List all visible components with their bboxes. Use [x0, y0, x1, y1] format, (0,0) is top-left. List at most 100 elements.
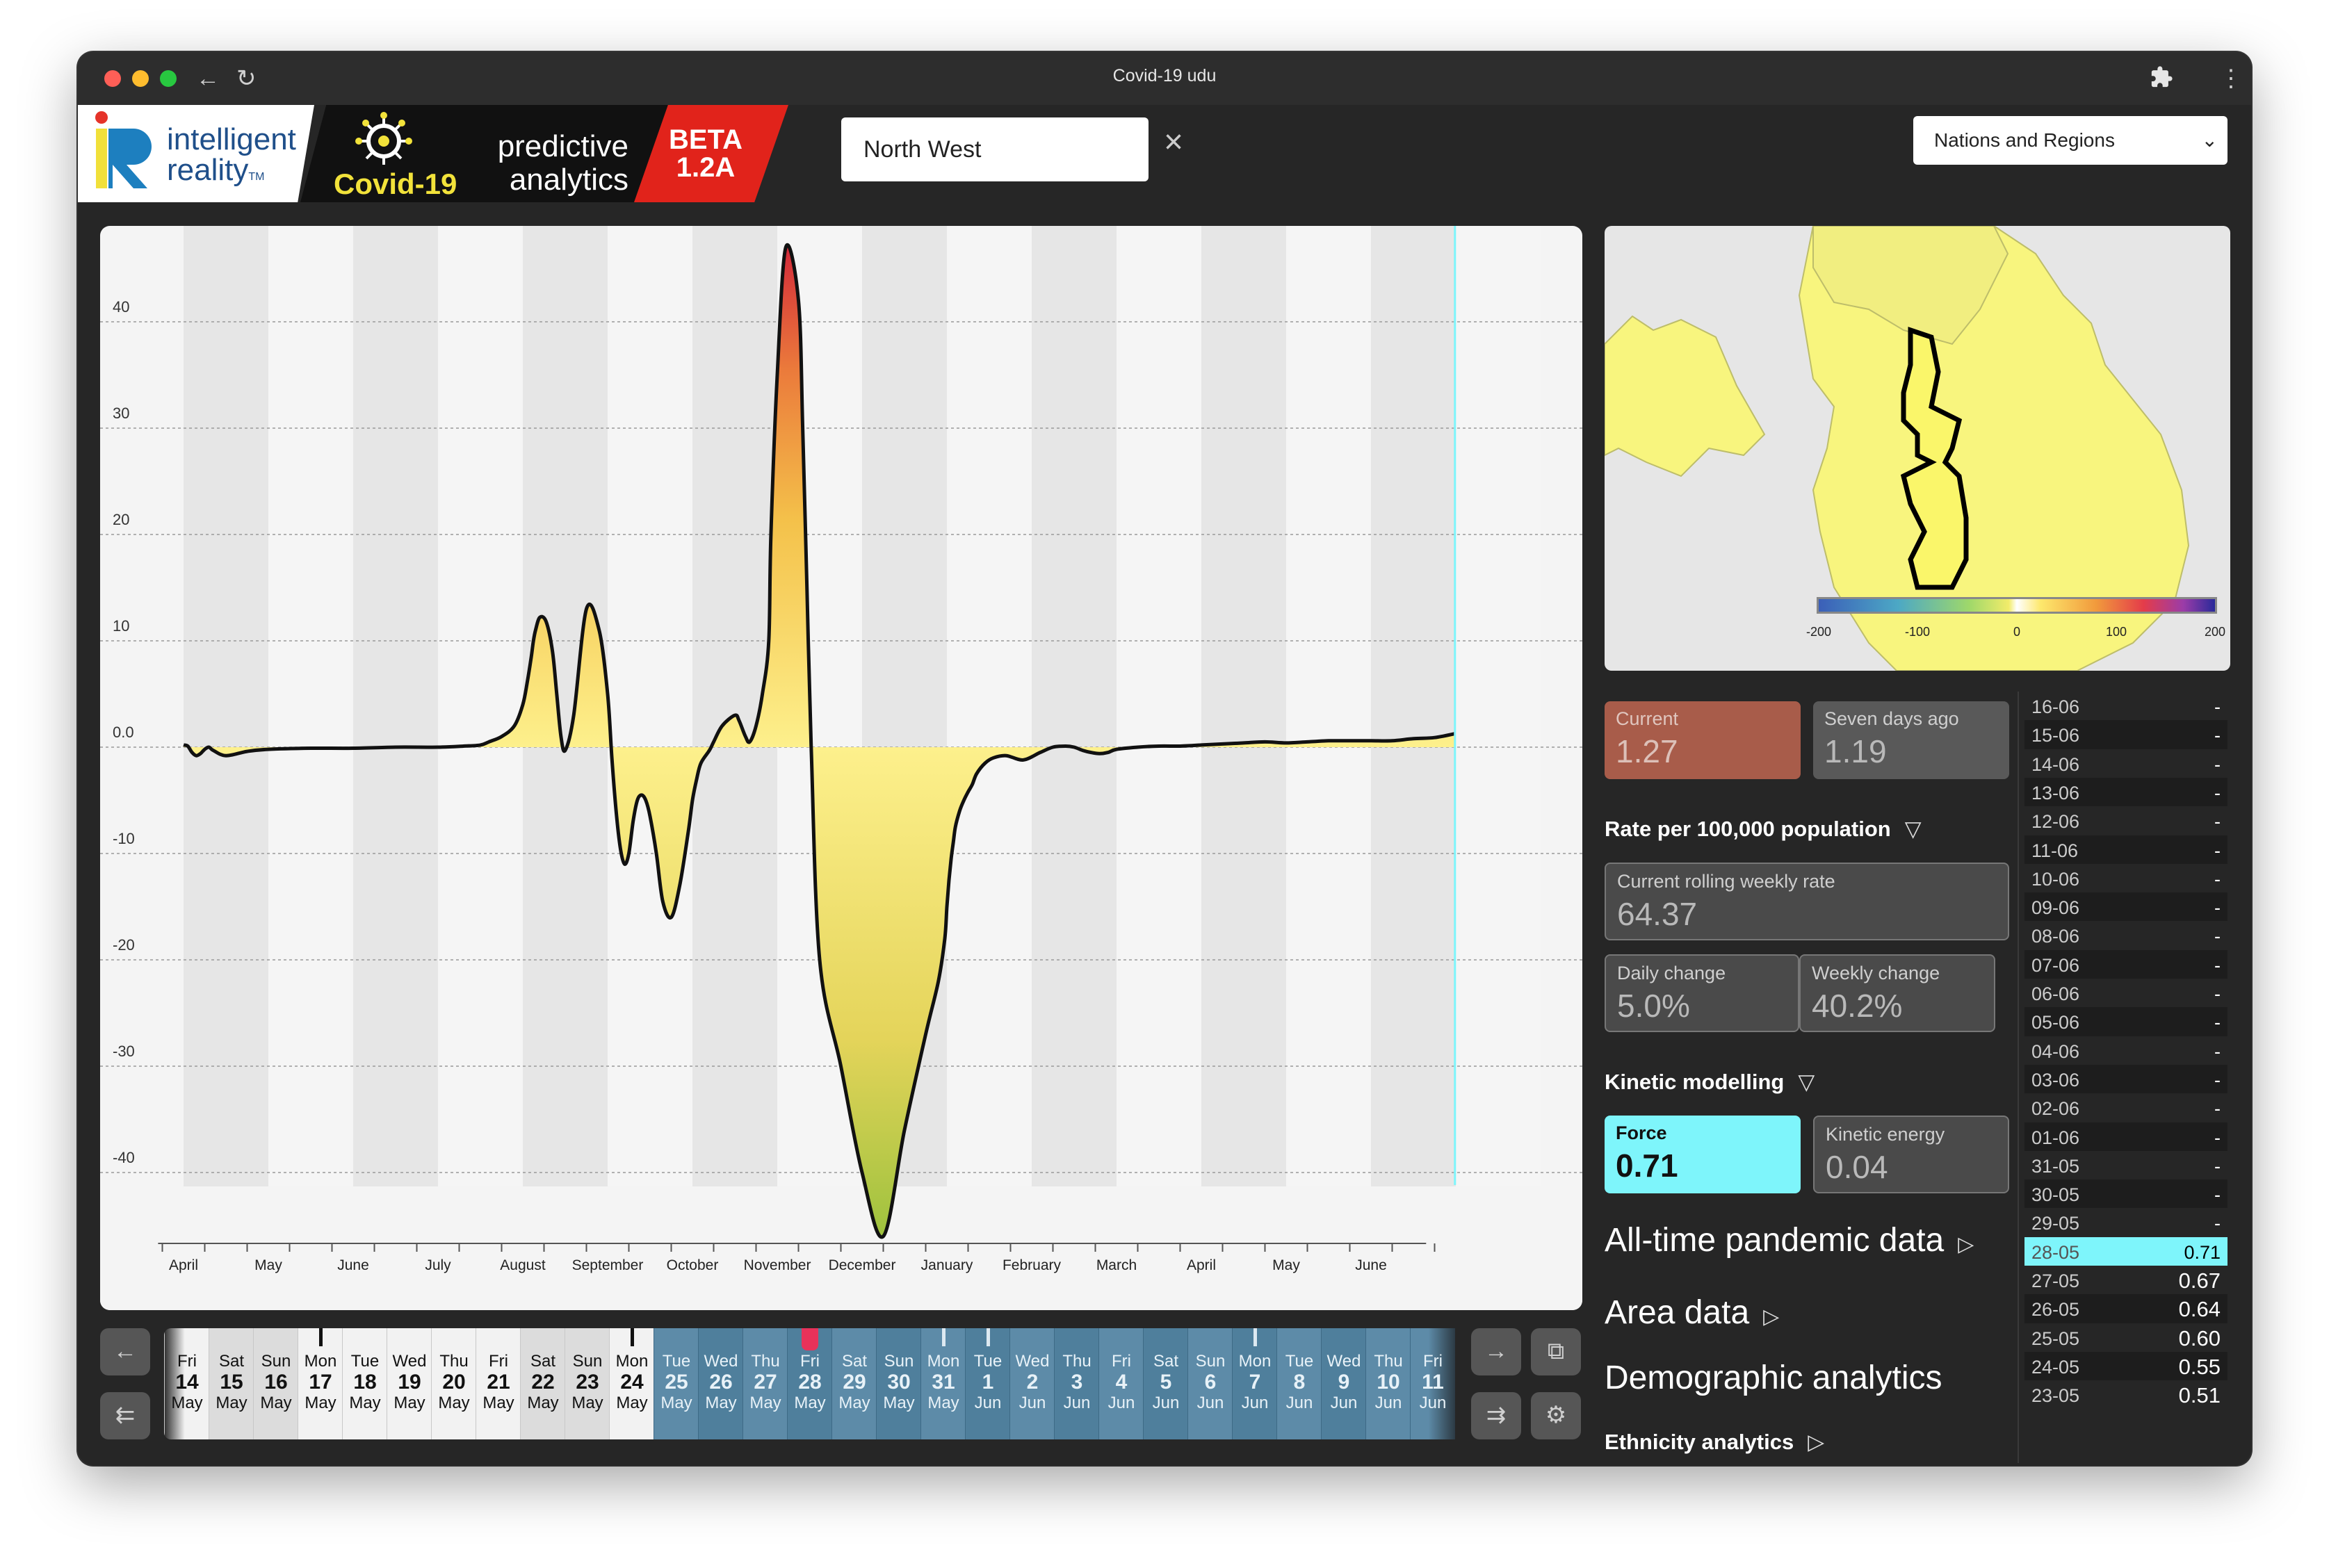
timeline-day[interactable]: Tue 18 May	[342, 1328, 387, 1439]
timeline-day[interactable]: Fri 11 Jun	[1410, 1328, 1455, 1439]
ethnicity-analytics-link[interactable]: Ethnicity analytics ▷	[1605, 1430, 1824, 1455]
date-value-row[interactable]: 07-06 -	[2024, 949, 2227, 980]
timeline-day[interactable]: Mon 24 May	[609, 1328, 654, 1439]
region-map[interactable]: -200 -100 0 100 200	[1605, 226, 2230, 671]
timeline-day[interactable]: Wed 19 May	[387, 1328, 432, 1439]
date-value-row[interactable]: 12-06 -	[2024, 806, 2227, 837]
trend-chart[interactable]: 40 30 20 10 0.0 -10 -20 -30 -40 April May June July…	[100, 226, 1582, 1310]
date-value-row[interactable]: 06-06 -	[2024, 979, 2227, 1008]
export-icon[interactable]: ⧉	[1531, 1328, 1581, 1375]
timeline-day[interactable]: Wed 26 May	[698, 1328, 743, 1439]
date-value-row[interactable]: 14-06 -	[2024, 749, 2227, 779]
timeline-day[interactable]: Sun 30 May	[876, 1328, 921, 1439]
date-value-row[interactable]: 29-05 -	[2024, 1208, 2227, 1239]
date-label: 29-05	[2031, 1213, 2080, 1234]
demographic-analytics-link[interactable]: Demographic analytics	[1605, 1359, 1942, 1397]
kinetic-energy-card[interactable]: Kinetic energy 0.04	[1813, 1116, 2009, 1193]
date-value-row[interactable]: 08-06 -	[2024, 921, 2227, 952]
date-value-row[interactable]: 26-05 0.64	[2024, 1294, 2227, 1325]
timeline-day[interactable]: Sun 6 Jun	[1187, 1328, 1233, 1439]
current-label: Current	[1616, 708, 1679, 729]
rate-section-header[interactable]: Rate per 100,000 population ▽	[1605, 817, 1922, 842]
date-value-row[interactable]: 23-05 0.51	[2024, 1380, 2227, 1411]
timeline-day[interactable]: Fri 4 Jun	[1098, 1328, 1144, 1439]
timeline-day-name: Thu	[751, 1352, 780, 1371]
date-value-row[interactable]: 27-05 0.67	[2024, 1266, 2227, 1296]
date-value-row[interactable]: 25-05 0.60	[2024, 1323, 2227, 1353]
date-value: -	[2214, 725, 2221, 746]
current-value: 1.27	[1616, 733, 1678, 769]
date-value-row[interactable]: 13-06 -	[2024, 777, 2227, 808]
date-value-row[interactable]: 24-05 0.55	[2024, 1351, 2227, 1382]
timeline-day[interactable]: Sun 16 May	[253, 1328, 298, 1439]
puzzle-icon[interactable]	[2150, 65, 2173, 98]
timeline-day[interactable]: Wed 2 Jun	[1009, 1328, 1055, 1439]
date-value-row[interactable]: 01-06 -	[2024, 1122, 2227, 1152]
weekly-change-card[interactable]: Weekly change 40.2%	[1799, 954, 1995, 1032]
month-band	[438, 226, 523, 1186]
current-value-card[interactable]: Current 1.27	[1605, 701, 1801, 779]
date-value-row[interactable]: 28-05 0.71	[2024, 1236, 2227, 1267]
timeline-day[interactable]: Mon 31 May	[920, 1328, 966, 1439]
timeline-day[interactable]: Wed 9 Jun	[1321, 1328, 1366, 1439]
week-tick	[319, 1328, 323, 1346]
timeline-day[interactable]: Tue 1 Jun	[965, 1328, 1010, 1439]
date-value: 0.60	[2178, 1325, 2221, 1350]
timeline-day[interactable]: Fri 28 May	[787, 1328, 832, 1439]
timeline-day-date: 26	[709, 1371, 733, 1394]
rolling-weekly-rate-card[interactable]: Current rolling weekly rate 64.37	[1605, 863, 2009, 940]
double-arrow-right-icon[interactable]: ⇉	[1471, 1392, 1521, 1439]
timeline-day-date: 3	[1071, 1371, 1083, 1394]
force-card[interactable]: Force 0.71	[1605, 1116, 1801, 1193]
seven-days-ago-card[interactable]: Seven days ago 1.19	[1813, 701, 2009, 779]
timeline-day[interactable]: Fri 21 May	[476, 1328, 521, 1439]
date-value-row[interactable]: 02-06 -	[2024, 1093, 2227, 1124]
timeline-day[interactable]: Sat 15 May	[209, 1328, 254, 1439]
date-value-row[interactable]: 11-06 -	[2024, 835, 2227, 865]
date-label: 05-06	[2031, 1012, 2080, 1034]
date-value-row[interactable]: 16-06 -	[2024, 692, 2227, 721]
date-value-row[interactable]: 05-06 -	[2024, 1007, 2227, 1038]
date-value-row[interactable]: 04-06 -	[2024, 1036, 2227, 1066]
region-search-input[interactable]: North West	[841, 117, 1149, 181]
date-value-row[interactable]: 03-06 -	[2024, 1064, 2227, 1095]
timeline-day[interactable]: Thu 10 Jun	[1365, 1328, 1411, 1439]
timeline-day[interactable]: Fri 14 May	[164, 1328, 209, 1439]
arrow-right-icon[interactable]: →	[1471, 1328, 1521, 1375]
timeline-day[interactable]: Mon 17 May	[298, 1328, 343, 1439]
x-tick-label: July	[425, 1257, 451, 1273]
timeline-day-date: 30	[887, 1371, 911, 1394]
date-value-row[interactable]: 30-05 -	[2024, 1179, 2227, 1210]
timeline-day[interactable]: Sat 5 Jun	[1143, 1328, 1188, 1439]
daily-change-card[interactable]: Daily change 5.0%	[1605, 954, 1799, 1032]
date-value-row[interactable]: 10-06 -	[2024, 863, 2227, 894]
timeline-day[interactable]: Sun 23 May	[565, 1328, 610, 1439]
timeline-day[interactable]: Sat 22 May	[520, 1328, 565, 1439]
double-arrow-left-icon[interactable]: ⇇	[100, 1392, 150, 1439]
y-tick-label: -20	[113, 936, 135, 954]
arrow-left-icon[interactable]: ←	[100, 1328, 150, 1375]
date-value-row[interactable]: 31-05 -	[2024, 1150, 2227, 1181]
x-tick-label: September	[572, 1257, 644, 1273]
timeline-day-date: 6	[1204, 1371, 1217, 1394]
timeline-day[interactable]: Tue 25 May	[654, 1328, 699, 1439]
kebab-menu-icon[interactable]: ⋮	[2219, 62, 2243, 95]
region-type-select[interactable]: Nations and Regions ⌄	[1913, 116, 2227, 165]
date-value-row[interactable]: 15-06 -	[2024, 720, 2227, 751]
area-data-link[interactable]: Area data ▷	[1605, 1293, 1779, 1332]
date-value: -	[2214, 1127, 2221, 1148]
timeline-day[interactable]: Mon 7 Jun	[1232, 1328, 1277, 1439]
kinetic-section-header[interactable]: Kinetic modelling ▽	[1605, 1070, 1815, 1095]
ireland-region[interactable]	[1605, 315, 1766, 477]
close-icon[interactable]: ×	[1164, 122, 1183, 163]
timeline-day[interactable]: Tue 8 Jun	[1276, 1328, 1322, 1439]
all-time-data-link[interactable]: All-time pandemic data ▷	[1605, 1221, 1974, 1259]
gear-icon[interactable]: ⚙	[1531, 1392, 1581, 1439]
date-value-row[interactable]: 09-06 -	[2024, 892, 2227, 923]
timeline-day[interactable]: Thu 27 May	[742, 1328, 788, 1439]
date-timeline-strip[interactable]: Fri 14 May Sat 15 May Sun 16 May Mon 17 May Tue 18 May…	[164, 1328, 1529, 1439]
timeline-day[interactable]: Thu 20 May	[431, 1328, 476, 1439]
timeline-day[interactable]: Sat 29 May	[831, 1328, 877, 1439]
month-band	[1371, 226, 1456, 1186]
timeline-day[interactable]: Thu 3 Jun	[1054, 1328, 1099, 1439]
